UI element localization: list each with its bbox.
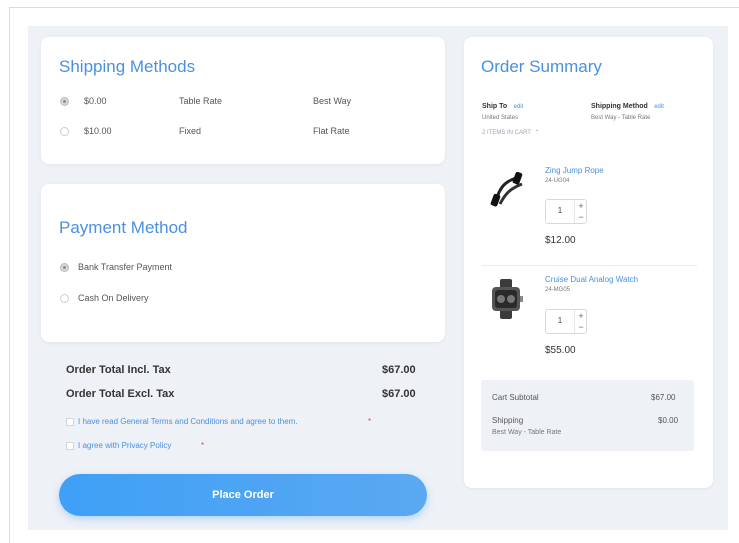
shipping-method-block: Shipping Method edit Best Way - Table Ra… bbox=[591, 95, 664, 121]
decrement-button[interactable]: − bbox=[575, 322, 587, 332]
increment-button[interactable]: + bbox=[575, 311, 587, 321]
terms-link[interactable]: I have read General Terms and Conditions… bbox=[78, 417, 298, 426]
order-summary-title: Order Summary bbox=[481, 57, 602, 76]
payment-radio-cash-on-delivery[interactable] bbox=[60, 294, 69, 303]
items-in-cart-label: 2 ITEMS IN CART bbox=[482, 130, 531, 136]
chevron-up-icon: ⌃ bbox=[534, 130, 540, 136]
privacy-required-mark: * bbox=[201, 441, 205, 450]
cart-item-name[interactable]: Zing Jump Rope bbox=[545, 166, 604, 175]
cart-item-price: $55.00 bbox=[545, 345, 576, 356]
payment-option-label: Bank Transfer Payment bbox=[78, 262, 173, 272]
shipping-carrier: Flat Rate bbox=[313, 126, 350, 136]
decrement-button[interactable]: − bbox=[575, 212, 587, 222]
quantity-stepper[interactable]: 1 + − bbox=[545, 199, 587, 224]
ship-to-value: United States bbox=[482, 115, 519, 121]
shipping-method-label: Shipping Method bbox=[591, 103, 648, 110]
shipping-method: Table Rate bbox=[179, 96, 223, 106]
items-in-cart-toggle[interactable]: 2 ITEMS IN CART ⌃ bbox=[482, 129, 540, 136]
shipping-method: Fixed bbox=[179, 126, 202, 136]
shipping-price: $0.00 bbox=[84, 96, 107, 106]
shipping-methods-card: Shipping Methods $0.00 Table Rate Best W… bbox=[41, 37, 445, 164]
privacy-link[interactable]: I agree with Privacy Policy bbox=[78, 441, 171, 450]
shipping-option-row[interactable]: $10.00 Fixed Flat Rate bbox=[41, 125, 445, 139]
shipping-option-row[interactable]: $0.00 Table Rate Best Way bbox=[41, 95, 445, 109]
shipping-total-label: Shipping bbox=[492, 416, 524, 425]
cart-item: Cruise Dual Analog Watch 24-MG05 1 + − $… bbox=[464, 263, 713, 371]
cart-item: Zing Jump Rope 24-UG04 1 + − $12.00 bbox=[464, 152, 713, 260]
ship-to-label: Ship To bbox=[482, 103, 508, 110]
cart-item-name[interactable]: Cruise Dual Analog Watch bbox=[545, 275, 638, 284]
shipping-method-value: Best Way - Table Rate bbox=[591, 115, 651, 121]
order-total-incl-value: $67.00 bbox=[382, 364, 416, 376]
watch-icon bbox=[486, 277, 530, 321]
shipping-carrier: Best Way bbox=[313, 96, 352, 106]
quantity-value: 1 bbox=[557, 206, 563, 215]
privacy-checkbox[interactable] bbox=[66, 442, 74, 450]
order-total-excl-value: $67.00 bbox=[382, 388, 416, 400]
cart-item-price: $12.00 bbox=[545, 235, 576, 246]
cart-subtotal-value: $67.00 bbox=[651, 393, 676, 402]
jump-rope-icon bbox=[486, 166, 530, 210]
shipping-radio-table-rate[interactable] bbox=[60, 97, 69, 106]
quantity-stepper[interactable]: 1 + − bbox=[545, 309, 587, 334]
cart-item-sku: 24-UG04 bbox=[545, 178, 570, 184]
cart-subtotal-label: Cart Subtotal bbox=[492, 393, 539, 402]
shipping-price: $10.00 bbox=[84, 126, 112, 136]
shipping-method-edit-link[interactable]: edit bbox=[654, 104, 664, 110]
shipping-total-value: $0.00 bbox=[658, 416, 679, 425]
shipping-radio-fixed[interactable] bbox=[60, 127, 69, 136]
cart-item-sku: 24-MG05 bbox=[545, 287, 571, 293]
place-order-button[interactable]: Place Order bbox=[59, 474, 427, 516]
payment-option-row[interactable]: Cash On Delivery bbox=[41, 292, 341, 306]
payment-option-row[interactable]: Bank Transfer Payment bbox=[41, 261, 341, 275]
increment-button[interactable]: + bbox=[575, 201, 587, 211]
payment-method-card: Payment Method Bank Transfer Payment Cas… bbox=[41, 184, 445, 342]
shipping-methods-title: Shipping Methods bbox=[59, 57, 196, 76]
payment-method-title: Payment Method bbox=[59, 218, 188, 237]
terms-required-mark: * bbox=[368, 417, 372, 426]
ship-to-block: Ship To edit United States bbox=[482, 95, 523, 121]
cart-totals-box: Cart Subtotal $67.00 Shipping Best Way -… bbox=[481, 380, 694, 451]
quantity-value: 1 bbox=[557, 316, 563, 325]
order-summary-card: Order Summary Ship To edit United States… bbox=[464, 37, 713, 488]
order-total-excl-label: Order Total Excl. Tax bbox=[66, 388, 175, 400]
ship-to-edit-link[interactable]: edit bbox=[514, 104, 524, 110]
terms-checkbox[interactable] bbox=[66, 418, 74, 426]
shipping-total-method: Best Way - Table Rate bbox=[492, 429, 562, 436]
order-total-incl-label: Order Total Incl. Tax bbox=[66, 364, 171, 376]
payment-radio-bank-transfer[interactable] bbox=[60, 263, 69, 272]
payment-option-label: Cash On Delivery bbox=[78, 293, 149, 303]
